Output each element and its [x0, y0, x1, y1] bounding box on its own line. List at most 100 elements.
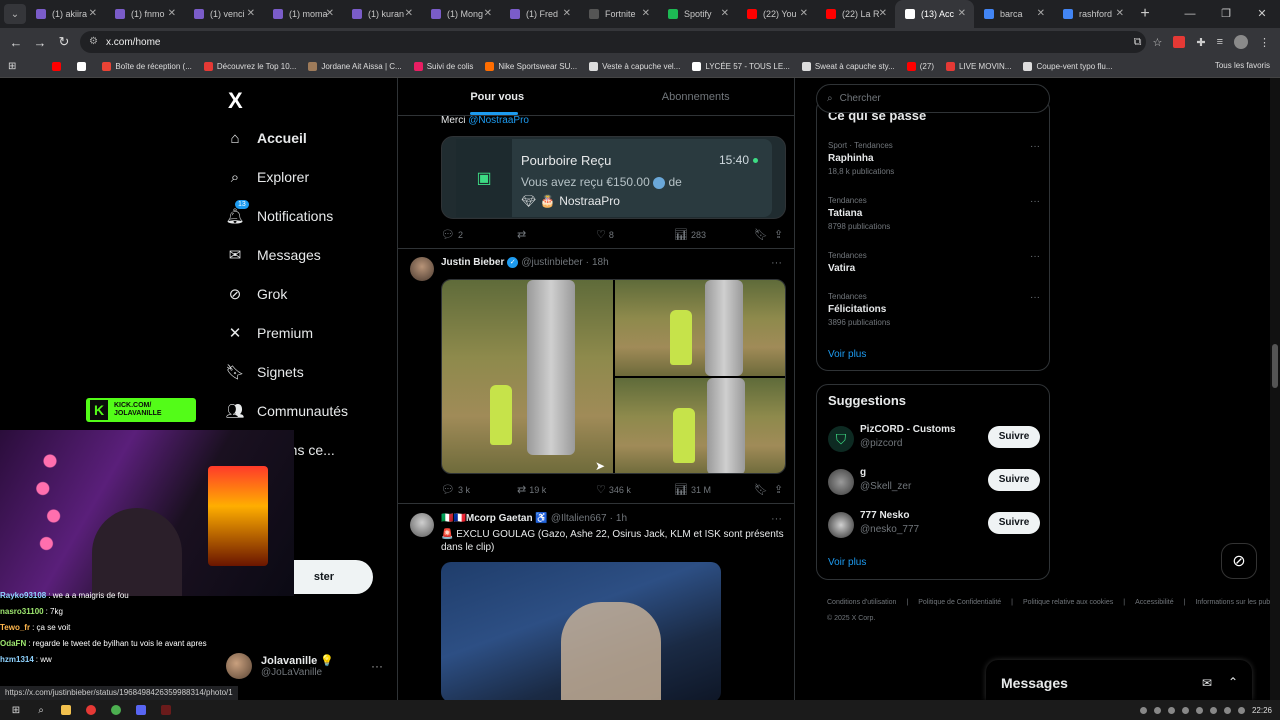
close-tab-icon[interactable]: ✕ — [879, 8, 887, 19]
tab-search-icon[interactable]: ⌄ — [4, 4, 26, 24]
more-icon[interactable]: ··· — [771, 513, 782, 525]
tray-icon[interactable] — [1181, 706, 1189, 714]
close-tab-icon[interactable]: ✕ — [168, 8, 176, 19]
folder-icon[interactable] — [57, 703, 75, 717]
author-name[interactable]: Justin Bieber — [441, 257, 504, 268]
tray-icon[interactable] — [1209, 706, 1217, 714]
close-tab-icon[interactable]: ✕ — [1116, 8, 1124, 19]
star-icon[interactable]: ☆ — [1152, 36, 1162, 49]
tray-icon[interactable] — [1139, 706, 1147, 714]
like-button[interactable]: ♡ 346 k — [596, 483, 631, 496]
reply-button[interactable]: 💬︎ 3 k — [441, 483, 470, 496]
search-icon[interactable]: ⌕ — [32, 703, 50, 717]
nav-item-bookmarks[interactable]: 🔖︎ Signets — [225, 363, 303, 381]
chrome-icon[interactable] — [107, 703, 125, 717]
tray-icon[interactable] — [1153, 706, 1161, 714]
x-logo-icon[interactable]: X — [228, 88, 243, 114]
bookmark-item[interactable]: Jordane Ait Aissa | C... — [308, 62, 402, 71]
follow-button[interactable]: Suivre — [988, 512, 1040, 534]
browser-tab[interactable]: (1) Fred ✕ — [500, 0, 579, 28]
site-info-icon[interactable]: ⚙ — [89, 36, 98, 47]
browser-tab[interactable]: rashford ✕ — [1053, 0, 1132, 28]
author-handle[interactable]: @Iltalien667 — [551, 513, 607, 524]
share-button[interactable]: ⇪ — [774, 483, 783, 496]
profile-avatar[interactable] — [1234, 35, 1248, 49]
trend-item[interactable]: Tendances Félicitations 3896 publication… — [828, 292, 1040, 327]
nav-item-home[interactable]: ⌂ Accueil — [226, 129, 306, 147]
more-icon[interactable]: ··· — [771, 257, 782, 269]
author-handle[interactable]: @justinbieber — [521, 257, 582, 268]
share-button[interactable]: ⇪ — [774, 228, 783, 241]
tray-icon[interactable] — [1167, 706, 1175, 714]
search-box[interactable]: ⌕ Chercher — [816, 84, 1050, 113]
more-icon[interactable]: ··· — [1030, 141, 1040, 152]
browser-tab[interactable]: (1) kuran ✕ — [342, 0, 421, 28]
obs-icon[interactable] — [157, 703, 175, 717]
close-window-icon[interactable]: ✕ — [1244, 0, 1280, 28]
extension-icon[interactable] — [1173, 36, 1186, 48]
nav-item-notifications[interactable]: 🔔︎ 13 Notifications — [225, 200, 333, 225]
scrollbar-thumb[interactable] — [1272, 344, 1278, 388]
footer-link[interactable]: Conditions d'utilisation — [827, 599, 896, 606]
author-name[interactable]: 🇮🇹🇫🇷Mcorp Gaetan ♿ — [441, 513, 548, 524]
nav-item-messages[interactable]: ✉ Messages — [226, 246, 321, 264]
footer-link[interactable]: Accessibilité — [1135, 599, 1174, 606]
trend-item[interactable]: Sport · Tendances Raphinha 18,8 k public… — [828, 141, 1040, 176]
suggestion-item[interactable]: g @Skell_zer Suivre — [828, 467, 1040, 497]
close-tab-icon[interactable]: ✕ — [721, 8, 729, 19]
browser-tab[interactable]: Spotify ✕ — [658, 0, 737, 28]
windows-start-icon[interactable]: ⊞ — [7, 703, 25, 717]
puzzle-icon[interactable]: ✚ — [1196, 36, 1205, 49]
repost-button[interactable]: ⇄ 19 k — [517, 483, 546, 496]
photo-3[interactable] — [615, 378, 785, 473]
footer-link[interactable]: Informations sur les publicités — [1195, 599, 1280, 606]
close-tab-icon[interactable]: ✕ — [89, 8, 97, 19]
browser-tab[interactable]: (22) You ✕ — [737, 0, 816, 28]
close-tab-icon[interactable]: ✕ — [484, 8, 492, 19]
close-tab-icon[interactable]: ✕ — [563, 8, 571, 19]
trend-item[interactable]: Tendances Vatira ··· — [828, 251, 1040, 274]
browser-tab[interactable]: (1) akiira ✕ — [26, 0, 105, 28]
suggestion-item[interactable]: 777 Nesko @nesko_777 Suivre — [828, 510, 1040, 540]
reply-button[interactable]: 💬︎ 2 — [441, 228, 463, 241]
nav-item-explore[interactable]: ⌕ Explorer — [226, 168, 309, 186]
tray-icon[interactable] — [1223, 706, 1231, 714]
bookmark-item[interactable]: Nike Sportswear SU... — [485, 62, 577, 71]
minimize-icon[interactable]: — — [1172, 0, 1208, 28]
close-tab-icon[interactable]: ✕ — [326, 8, 334, 19]
install-app-icon[interactable]: ⧉ — [1134, 36, 1142, 49]
bookmark-post-button[interactable]: 🔖︎ — [754, 483, 768, 496]
bookmark-item[interactable]: LIVE MOVIN... — [945, 62, 1011, 71]
kebab-menu-icon[interactable]: ⋮ — [1259, 36, 1270, 49]
footer-link[interactable]: Politique relative aux cookies — [1023, 599, 1113, 606]
mention-link[interactable]: @NostraaPro — [468, 115, 529, 126]
nav-item-grok[interactable]: ⊘ Grok — [226, 285, 288, 303]
restore-icon[interactable]: ❐ — [1208, 0, 1244, 28]
follow-button[interactable]: Suivre — [988, 426, 1040, 448]
bookmark-item[interactable]: Découvrez le Top 10... — [203, 62, 296, 71]
post-video[interactable] — [441, 562, 721, 700]
bookmark-item[interactable]: (27) — [906, 62, 934, 71]
discord-icon[interactable] — [132, 703, 150, 717]
all-bookmarks[interactable]: Tous les favoris — [1215, 61, 1270, 70]
post-time[interactable]: 18h — [592, 257, 609, 268]
new-message-icon[interactable]: ✉ — [1202, 676, 1212, 690]
scrollbar[interactable] — [1270, 78, 1280, 700]
browser-tab[interactable]: (1) fnmo ✕ — [105, 0, 184, 28]
browser-tab[interactable]: (1) venci ✕ — [184, 0, 263, 28]
see-more-link[interactable]: Voir plus — [828, 557, 866, 568]
see-more-link[interactable]: Voir plus — [828, 349, 866, 360]
follow-button[interactable]: Suivre — [988, 469, 1040, 491]
repost-button[interactable]: ⇄ — [517, 228, 526, 241]
expand-icon[interactable]: ⌃ — [1228, 675, 1238, 689]
tray-icon[interactable] — [1195, 706, 1203, 714]
browser-tab[interactable]: Fortnite ✕ — [579, 0, 658, 28]
bookmark-item[interactable] — [77, 62, 90, 71]
more-icon[interactable]: ··· — [1030, 292, 1040, 303]
close-tab-icon[interactable]: ✕ — [958, 8, 966, 19]
close-tab-icon[interactable]: ✕ — [800, 8, 808, 19]
photo-2[interactable] — [615, 280, 785, 376]
tray-icon[interactable] — [1237, 706, 1245, 714]
avatar[interactable] — [410, 513, 434, 537]
suggestion-item[interactable]: ⛉ PizCORD - Customs @pizcord Suivre — [828, 424, 1040, 454]
